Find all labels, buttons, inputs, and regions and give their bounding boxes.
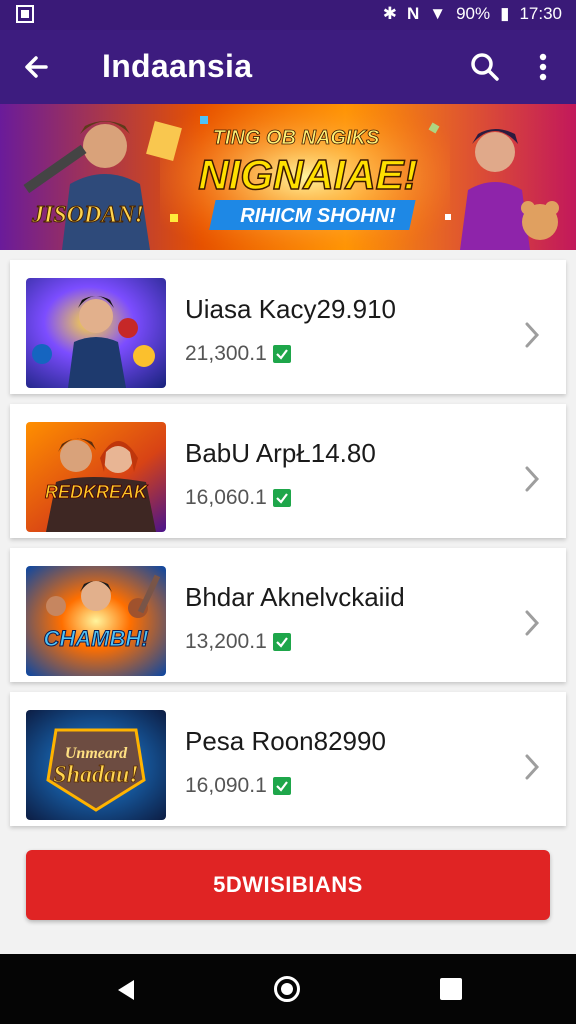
- page-title: Indaansia: [102, 48, 253, 84]
- item-title: Pesa Roon82990: [185, 726, 386, 756]
- check-icon: [272, 633, 291, 651]
- thumbnail-title: REDKREAK: [45, 482, 149, 502]
- chevron-right-icon[interactable]: [522, 752, 542, 782]
- chevron-right-icon[interactable]: [522, 464, 542, 494]
- chevron-right-icon[interactable]: [522, 608, 542, 638]
- nav-home-icon[interactable]: [274, 976, 300, 1002]
- more-vert-icon[interactable]: [528, 48, 558, 86]
- item-title: Bhdar Aknelvckaiid: [185, 582, 405, 612]
- game-thumbnail: REDKREAK: [26, 422, 166, 532]
- battery-level: 90%: [456, 4, 491, 23]
- nav-back-icon[interactable]: [114, 978, 138, 1002]
- check-icon: [272, 345, 291, 363]
- thumbnail-title: CHAMBH!: [43, 626, 148, 651]
- list-item[interactable]: CHAMBH! Bhdar Aknelvckaiid 13,200.1: [10, 548, 566, 682]
- battery-icon: ▮: [500, 4, 510, 23]
- back-arrow-icon[interactable]: [18, 48, 56, 86]
- item-title: Uiasa Kacy29.910: [185, 294, 397, 324]
- banner-headline-small: TING OB NAGIKS: [213, 127, 380, 149]
- item-title: BabU ArpŁ14.80: [185, 438, 376, 468]
- svg-text:Unmeard: Unmeard: [65, 745, 128, 762]
- gallery-icon: [16, 5, 34, 23]
- promo-banner[interactable]: TING OB NAGIKS NIGNAIAE! RIHICM SHOHN! J…: [0, 104, 576, 250]
- list-item[interactable]: REDKREAK BabU ArpŁ14.80 16,060.1: [10, 404, 566, 538]
- search-icon[interactable]: [466, 48, 504, 86]
- status-bar: ✱ N ▼ 90% ▮ 17:30: [0, 0, 576, 30]
- thumbnail-title: Shadau!: [53, 762, 138, 788]
- check-icon: [272, 489, 291, 507]
- item-meta: 13,200.1: [185, 630, 267, 653]
- banner-headline: NIGNAIAE!: [198, 151, 417, 198]
- primary-action-button[interactable]: 5DWISIBIANS: [26, 850, 550, 920]
- game-thumbnail: Unmeard Shadau!: [26, 710, 166, 820]
- app-bar: Indaansia: [0, 30, 576, 104]
- chevron-right-icon[interactable]: [522, 320, 542, 350]
- item-meta: 16,090.1: [185, 774, 267, 797]
- nav-recents-icon[interactable]: [440, 978, 462, 1000]
- game-thumbnail: [26, 278, 166, 388]
- bluetooth-icon: ✱: [382, 4, 397, 23]
- banner-subline: RIHICM SHOHN!: [240, 205, 396, 227]
- clock: 17:30: [519, 4, 562, 23]
- item-meta: 16,060.1: [185, 486, 267, 509]
- game-thumbnail: CHAMBH!: [26, 566, 166, 676]
- system-nav-bar: [0, 954, 576, 1024]
- check-icon: [272, 777, 291, 795]
- banner-badge: JISODAN!: [31, 202, 144, 228]
- item-meta: 21,300.1: [185, 342, 267, 365]
- list-item[interactable]: Uiasa Kacy29.910 21,300.1: [10, 260, 566, 394]
- nfc-icon: N: [406, 4, 420, 23]
- wifi-icon: ▼: [429, 4, 447, 23]
- list-item[interactable]: Unmeard Shadau! Pesa Roon82990 16,090.1: [10, 692, 566, 826]
